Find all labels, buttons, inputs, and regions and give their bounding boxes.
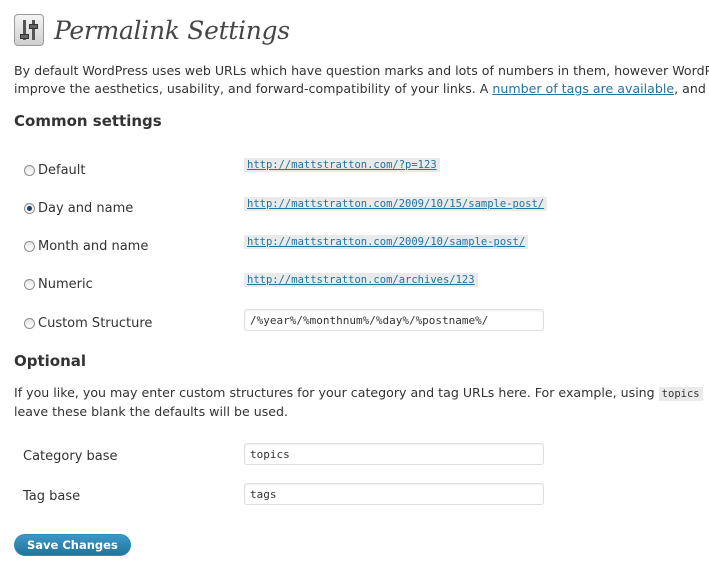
intro-line-2-end: , and h (674, 81, 709, 96)
tag-base-input[interactable] (244, 483, 544, 505)
topics-code: topics (658, 387, 703, 401)
intro-line-2-start: improve the aesthetics, usability, and f… (14, 81, 493, 96)
settings-sliders-icon (14, 14, 44, 46)
option-day-and-name-label: Day and name (38, 200, 134, 216)
option-numeric-label: Numeric (38, 276, 93, 292)
intro-line-2: improve the aesthetics, usability, and f… (14, 80, 709, 98)
radio-day-and-name[interactable] (24, 202, 35, 214)
intro-line-1: By default WordPress uses web URLs which… (14, 63, 709, 78)
save-changes-button[interactable]: Save Changes (14, 534, 131, 556)
custom-structure-input[interactable] (244, 309, 544, 331)
numeric-url-example[interactable]: http://mattstratton.com/archives/123 (244, 273, 478, 287)
option-default[interactable]: Default (24, 160, 86, 180)
option-default-label: Default (38, 162, 86, 178)
option-custom-structure[interactable]: Custom Structure (24, 313, 152, 333)
radio-default[interactable] (24, 164, 35, 176)
optional-description: If you like, you may enter custom struct… (14, 384, 709, 421)
tag-base-label: Tag base (23, 489, 81, 504)
option-month-and-name-label: Month and name (38, 238, 149, 254)
optional-line-1-text: If you like, you may enter custom struct… (14, 385, 659, 400)
page-header: Permalink Settings (14, 12, 290, 48)
category-base-input[interactable] (244, 443, 544, 465)
option-month-and-name[interactable]: Month and name (24, 236, 148, 256)
day-and-name-url-example[interactable]: http://mattstratton.com/2009/10/15/sampl… (244, 197, 548, 211)
radio-custom-structure[interactable] (24, 317, 35, 329)
common-settings-heading: Common settings (14, 112, 162, 130)
tags-available-link[interactable]: number of tags are available (492, 81, 674, 96)
default-url-example[interactable]: http://mattstratton.com/?p=123 (244, 158, 440, 172)
optional-line-2: leave these blank the defaults will be u… (14, 404, 289, 419)
option-numeric[interactable]: Numeric (24, 274, 93, 294)
radio-month-and-name[interactable] (24, 240, 35, 252)
option-day-and-name[interactable]: Day and name (24, 198, 133, 218)
optional-line-1: If you like, you may enter custom struct… (14, 384, 709, 403)
option-custom-structure-label: Custom Structure (38, 315, 153, 331)
month-and-name-url-example[interactable]: http://mattstratton.com/2009/10/sample-p… (244, 235, 529, 249)
page-title: Permalink Settings (54, 15, 290, 45)
intro-text: By default WordPress uses web URLs which… (14, 62, 709, 98)
category-base-label: Category base (23, 449, 118, 464)
optional-heading: Optional (14, 352, 87, 370)
radio-numeric[interactable] (24, 278, 35, 290)
